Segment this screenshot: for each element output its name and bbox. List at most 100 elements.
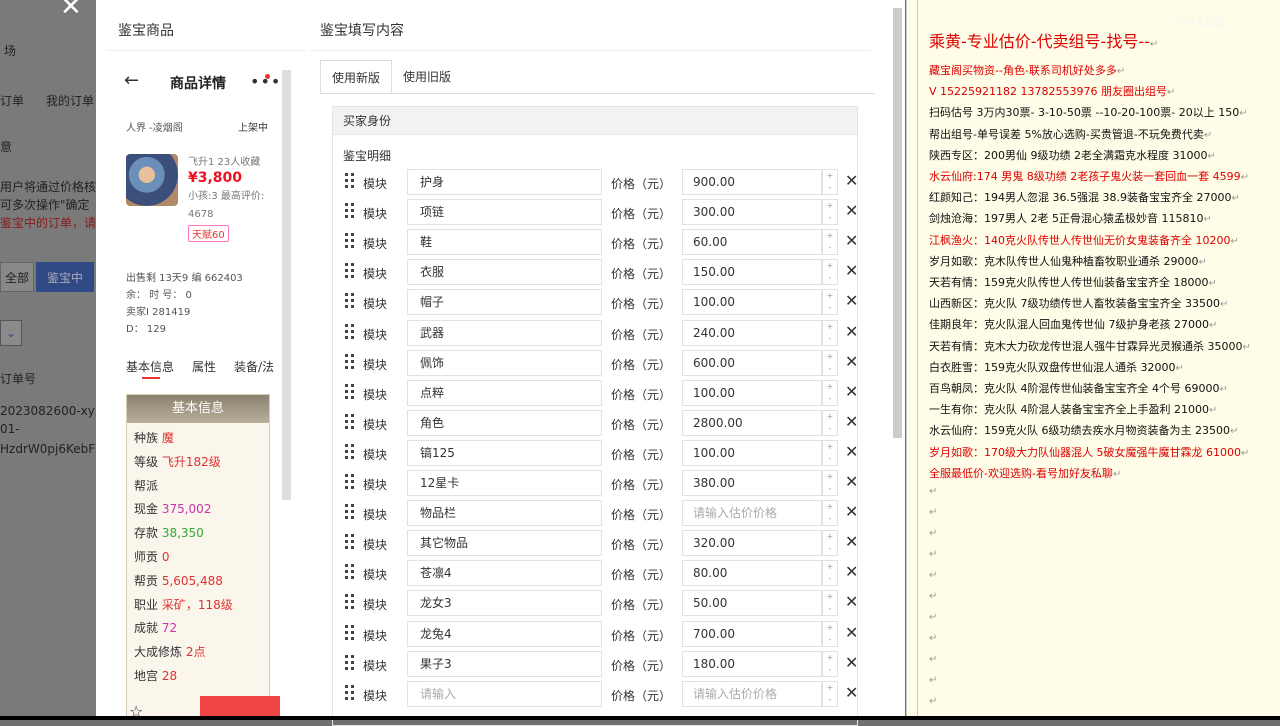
chevron-down-icon[interactable]: ⌄: [0, 320, 22, 346]
modal-scrollbar[interactable]: [891, 0, 905, 720]
price-input[interactable]: 150.00: [682, 259, 822, 286]
price-stepper[interactable]: + -: [822, 349, 838, 376]
delete-icon[interactable]: ✕: [845, 231, 858, 250]
delete-icon[interactable]: ✕: [845, 683, 858, 702]
drag-handle-icon[interactable]: [345, 263, 355, 279]
module-name-input[interactable]: 镐125: [407, 439, 602, 466]
delete-icon[interactable]: ✕: [845, 592, 858, 611]
price-input[interactable]: 50.00: [682, 590, 822, 617]
price-stepper[interactable]: + -: [822, 470, 838, 496]
module-name-input[interactable]: 龙兔4: [407, 620, 602, 647]
tab-old-version[interactable]: 使用旧版: [392, 60, 462, 94]
module-name-input[interactable]: 帽子: [407, 289, 602, 316]
price-input[interactable]: 600.00: [682, 349, 822, 376]
price-stepper[interactable]: + -: [822, 319, 838, 346]
module-name-input[interactable]: 衣服: [407, 259, 602, 286]
detail-tab[interactable]: 属性: [192, 358, 216, 375]
module-name-input[interactable]: 龙女3: [407, 590, 602, 617]
drag-handle-icon[interactable]: [345, 383, 355, 400]
detail-tab[interactable]: 装备/法: [234, 358, 274, 375]
drag-handle-icon[interactable]: [345, 504, 355, 520]
price-stepper[interactable]: + -: [822, 620, 838, 647]
price-input[interactable]: 700.00: [682, 620, 822, 647]
price-stepper[interactable]: + -: [822, 259, 838, 286]
price-stepper[interactable]: + -: [822, 169, 838, 195]
price-stepper[interactable]: + -: [822, 560, 838, 587]
price-stepper[interactable]: + -: [822, 379, 838, 406]
price-stepper[interactable]: + -: [822, 500, 838, 527]
price-stepper[interactable]: + -: [822, 650, 838, 677]
bg-all-button[interactable]: 全部: [0, 262, 34, 292]
price-input[interactable]: 180.00: [682, 650, 822, 677]
price-stepper[interactable]: + -: [822, 409, 838, 436]
back-arrow-icon[interactable]: ←: [124, 70, 139, 91]
drag-handle-icon[interactable]: [345, 594, 355, 610]
price-input[interactable]: 320.00: [682, 530, 822, 557]
drag-handle-icon[interactable]: [345, 203, 355, 219]
delete-icon[interactable]: ✕: [845, 502, 858, 521]
price-input[interactable]: 2800.00: [682, 409, 822, 436]
module-name-input[interactable]: 12星卡: [407, 470, 602, 496]
delete-icon[interactable]: ✕: [845, 261, 858, 280]
module-name-input[interactable]: 请输入: [407, 680, 602, 707]
module-name-input[interactable]: 护身: [407, 169, 602, 195]
bg-appraising-button[interactable]: 鉴宝中: [36, 262, 94, 292]
delete-icon[interactable]: ✕: [845, 412, 858, 431]
module-name-input[interactable]: 物品栏: [407, 500, 602, 527]
price-input[interactable]: 60.00: [682, 229, 822, 256]
drag-handle-icon[interactable]: [345, 624, 355, 641]
price-stepper[interactable]: + -: [822, 530, 838, 557]
delete-icon[interactable]: ✕: [845, 562, 858, 581]
drag-handle-icon[interactable]: [345, 173, 355, 189]
price-input[interactable]: 80.00: [682, 560, 822, 587]
delete-icon[interactable]: ✕: [845, 532, 858, 551]
price-input[interactable]: 100.00: [682, 439, 822, 466]
price-input[interactable]: 请输入估价价格: [682, 680, 822, 707]
price-input[interactable]: 请输入估价价格: [682, 500, 822, 527]
price-stepper[interactable]: + -: [822, 229, 838, 256]
module-name-input[interactable]: 武器: [407, 319, 602, 346]
module-name-input[interactable]: 其它物品: [407, 530, 602, 557]
drag-handle-icon[interactable]: [345, 684, 355, 701]
drag-handle-icon[interactable]: [345, 654, 355, 671]
price-stepper[interactable]: + -: [822, 590, 838, 617]
drag-handle-icon[interactable]: [345, 353, 355, 370]
drag-handle-icon[interactable]: [345, 534, 355, 550]
delete-icon[interactable]: ✕: [845, 291, 858, 310]
delete-icon[interactable]: ✕: [845, 623, 858, 642]
drag-handle-icon[interactable]: [345, 233, 355, 249]
price-input[interactable]: 300.00: [682, 199, 822, 226]
price-input[interactable]: 900.00: [682, 169, 822, 195]
close-icon[interactable]: ✕: [60, 0, 82, 22]
module-name-input[interactable]: 鞋: [407, 229, 602, 256]
module-name-input[interactable]: 果子3: [407, 650, 602, 677]
module-name-input[interactable]: 角色: [407, 409, 602, 436]
module-name-input[interactable]: 苍凛4: [407, 560, 602, 587]
module-name-input[interactable]: 佩饰: [407, 349, 602, 376]
price-input[interactable]: 380.00: [682, 470, 822, 496]
price-input[interactable]: 240.00: [682, 319, 822, 346]
scroll-thumb[interactable]: [893, 8, 902, 438]
delete-icon[interactable]: ✕: [845, 382, 858, 401]
price-input[interactable]: 100.00: [682, 379, 822, 406]
drag-handle-icon[interactable]: [345, 413, 355, 430]
drag-handle-icon[interactable]: [345, 443, 355, 460]
drag-handle-icon[interactable]: [345, 293, 355, 309]
detail-tab[interactable]: 基本信息: [126, 358, 174, 375]
delete-icon[interactable]: ✕: [845, 442, 858, 461]
price-stepper[interactable]: + -: [822, 439, 838, 466]
tab-new-version[interactable]: 使用新版: [320, 60, 393, 94]
delete-icon[interactable]: ✕: [845, 201, 858, 220]
delete-icon[interactable]: ✕: [845, 171, 858, 190]
delete-icon[interactable]: ✕: [845, 653, 858, 672]
preview-scrollbar[interactable]: [282, 70, 291, 500]
price-stepper[interactable]: + -: [822, 199, 838, 226]
delete-icon[interactable]: ✕: [845, 322, 858, 341]
price-stepper[interactable]: + -: [822, 289, 838, 316]
module-name-input[interactable]: 项链: [407, 199, 602, 226]
drag-handle-icon[interactable]: [345, 564, 355, 580]
price-input[interactable]: 100.00: [682, 289, 822, 316]
delete-icon[interactable]: ✕: [845, 352, 858, 371]
module-name-input[interactable]: 点粹: [407, 379, 602, 406]
delete-icon[interactable]: ✕: [845, 472, 858, 491]
